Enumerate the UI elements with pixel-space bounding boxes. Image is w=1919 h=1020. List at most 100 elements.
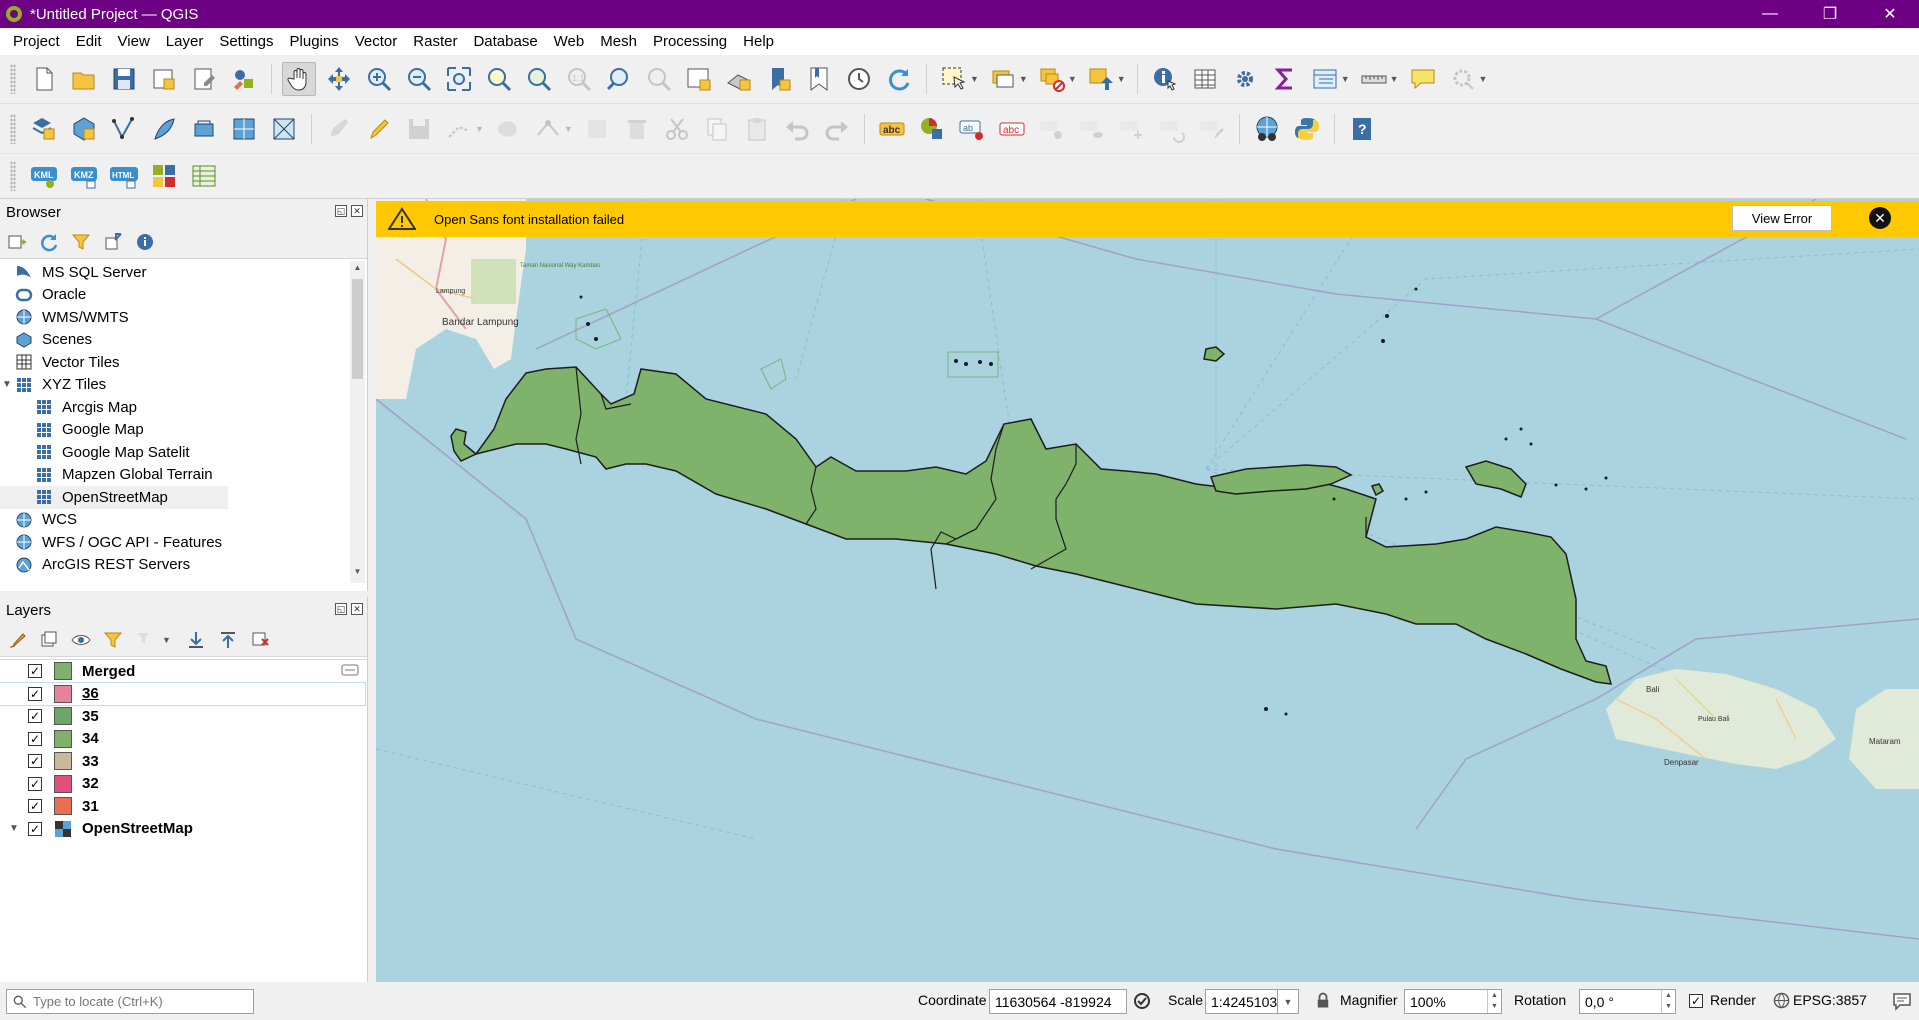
add-selected-layers-button[interactable]	[6, 231, 28, 253]
crs-button[interactable]: EPSG:3857	[1793, 992, 1867, 1008]
temporal-controller-button[interactable]	[842, 62, 876, 96]
cut-features-button[interactable]	[660, 112, 694, 146]
browser-item-arcgis-map[interactable]: Arcgis Map	[0, 396, 350, 419]
menu-plugins[interactable]: Plugins	[282, 33, 347, 50]
toolbar-handle[interactable]	[10, 113, 16, 144]
open-field-calculator-button[interactable]	[1308, 62, 1342, 96]
extents-toggle-icon[interactable]	[1132, 991, 1152, 1011]
layer-visibility-checkbox[interactable]: ✓	[28, 821, 42, 836]
layer-row-32[interactable]: ✓ 32	[0, 773, 367, 796]
toggle-editing-button[interactable]	[362, 112, 396, 146]
layer-visibility-checkbox[interactable]: ✓	[28, 776, 42, 791]
layer-row-31[interactable]: ✓ 31	[0, 795, 367, 818]
layer-visibility-checkbox[interactable]: ✓	[28, 799, 42, 814]
menu-project[interactable]: Project	[5, 33, 68, 50]
layer-visibility-checkbox[interactable]: ✓	[28, 686, 42, 701]
menu-processing[interactable]: Processing	[645, 33, 735, 50]
zoom-last-button[interactable]	[602, 62, 636, 96]
select-by-value-button[interactable]	[986, 62, 1020, 96]
chevron-down-icon[interactable]: ▼	[1390, 74, 1399, 84]
refresh-button[interactable]	[882, 62, 916, 96]
layer-visibility-checkbox[interactable]: ✓	[28, 709, 42, 724]
browser-item-vector-tiles[interactable]: Vector Tiles	[0, 351, 350, 374]
browser-item-wms-wmts[interactable]: WMS/WMTS	[0, 306, 350, 329]
chevron-down-icon[interactable]: ▼	[1117, 74, 1126, 84]
style-manager-button[interactable]	[227, 62, 261, 96]
browser-item-xyz-tiles[interactable]: ▼ XYZ Tiles	[0, 374, 350, 397]
browser-item-ms-sql-server[interactable]: MS SQL Server	[0, 261, 350, 284]
new-3d-view-button[interactable]	[722, 62, 756, 96]
view-error-button[interactable]: View Error	[1732, 205, 1832, 231]
layout-manager-button[interactable]	[187, 62, 221, 96]
pin-labels-button[interactable]	[1035, 112, 1069, 146]
map-tips-button[interactable]	[1406, 62, 1440, 96]
scroll-down-icon[interactable]: ▼	[350, 567, 365, 581]
change-label-button[interactable]	[1195, 112, 1229, 146]
zoom-next-button[interactable]	[642, 62, 676, 96]
coordinate-field[interactable]: 11630564 -819924	[989, 989, 1127, 1014]
digitize-button[interactable]	[442, 112, 476, 146]
add-polygon-button[interactable]	[491, 112, 525, 146]
html-export-button[interactable]: HTML	[107, 159, 141, 193]
browser-item-arcgis-rest-servers[interactable]: ArcGIS REST Servers	[0, 554, 350, 577]
current-edits-button[interactable]	[322, 112, 356, 146]
browser-item-openstreetmap[interactable]: OpenStreetMap	[0, 486, 228, 509]
layer-symbol-swatch[interactable]	[54, 752, 72, 771]
new-print-layout-button[interactable]	[147, 62, 181, 96]
browser-item-oracle[interactable]: Oracle	[0, 284, 350, 307]
python-console-button[interactable]	[1290, 112, 1324, 146]
kmz-export-button[interactable]: KMZ	[67, 159, 101, 193]
filter-by-expression-button[interactable]	[134, 629, 156, 651]
browser-item-google-map-satelit[interactable]: Google Map Satelit	[0, 441, 350, 464]
pan-to-selection-button[interactable]	[322, 62, 356, 96]
zoom-out-button[interactable]	[402, 62, 436, 96]
show-hide-labels-button[interactable]	[1075, 112, 1109, 146]
manage-map-themes-button[interactable]	[70, 629, 92, 651]
chevron-down-icon[interactable]: ▼	[970, 74, 979, 84]
float-panel-button[interactable]: ◱	[335, 603, 347, 615]
menu-layer[interactable]: Layer	[158, 33, 212, 50]
move-label-button[interactable]	[1115, 112, 1149, 146]
layer-row-openstreetmap[interactable]: ▼ ✓ OpenStreetMap	[0, 818, 367, 841]
measure-line-button[interactable]	[1357, 62, 1391, 96]
remove-layer-button[interactable]	[249, 629, 271, 651]
lock-icon[interactable]	[1316, 992, 1330, 1009]
zoom-native-resolution-button[interactable]: 1:1	[562, 62, 596, 96]
show-unplaced-labels-button[interactable]: abc	[995, 112, 1029, 146]
plugin-grid-button[interactable]	[147, 159, 181, 193]
kml-export-button[interactable]: KML	[27, 159, 61, 193]
layer-row-36[interactable]: ✓ 36	[0, 681, 366, 706]
chevron-down-icon[interactable]: ▼	[0, 379, 14, 390]
layer-symbol-swatch[interactable]	[54, 797, 72, 816]
new-temporary-layer-button[interactable]	[187, 112, 221, 146]
minimize-button[interactable]: —	[1740, 0, 1800, 28]
toolbar-handle[interactable]	[10, 64, 16, 94]
map-canvas[interactable]: Bandar Lampung Lampung Taman Nasional Wa…	[376, 199, 1919, 982]
close-window-button[interactable]: ✕	[1860, 0, 1919, 28]
browser-item-scenes[interactable]: Scenes	[0, 329, 350, 352]
statistical-summary-button[interactable]	[1268, 62, 1302, 96]
open-attribute-table-button[interactable]	[1188, 62, 1222, 96]
paste-features-button[interactable]	[740, 112, 774, 146]
new-geopackage-layer-button[interactable]	[67, 112, 101, 146]
menu-vector[interactable]: Vector	[347, 33, 406, 50]
pan-map-button[interactable]	[282, 62, 316, 96]
rotation-field[interactable]: 0,0 ° ▲ ▼	[1579, 989, 1676, 1014]
vertex-tool-button[interactable]	[531, 112, 565, 146]
browser-item-wfs-ogc-api[interactable]: WFS / OGC API - Features	[0, 531, 350, 554]
select-features-button[interactable]	[937, 62, 971, 96]
chevron-down-icon[interactable]: ▼	[0, 823, 28, 834]
toolbox-button[interactable]	[1228, 62, 1262, 96]
refresh-browser-button[interactable]	[38, 231, 60, 253]
layer-symbol-swatch[interactable]	[54, 707, 72, 726]
delete-selected-button[interactable]	[620, 112, 654, 146]
chevron-down-icon[interactable]: ▼	[1341, 74, 1350, 84]
layer-labeling-options-button[interactable]: abc	[875, 112, 909, 146]
browser-item-google-map[interactable]: Google Map	[0, 419, 350, 442]
browser-item-mapzen-global-terrain[interactable]: Mapzen Global Terrain	[0, 464, 350, 487]
scroll-up-icon[interactable]: ▲	[350, 263, 365, 277]
expand-all-button[interactable]	[185, 629, 207, 651]
menu-help[interactable]: Help	[735, 33, 782, 50]
filter-legend-button[interactable]	[102, 629, 124, 651]
open-data-source-manager-button[interactable]	[27, 112, 61, 146]
